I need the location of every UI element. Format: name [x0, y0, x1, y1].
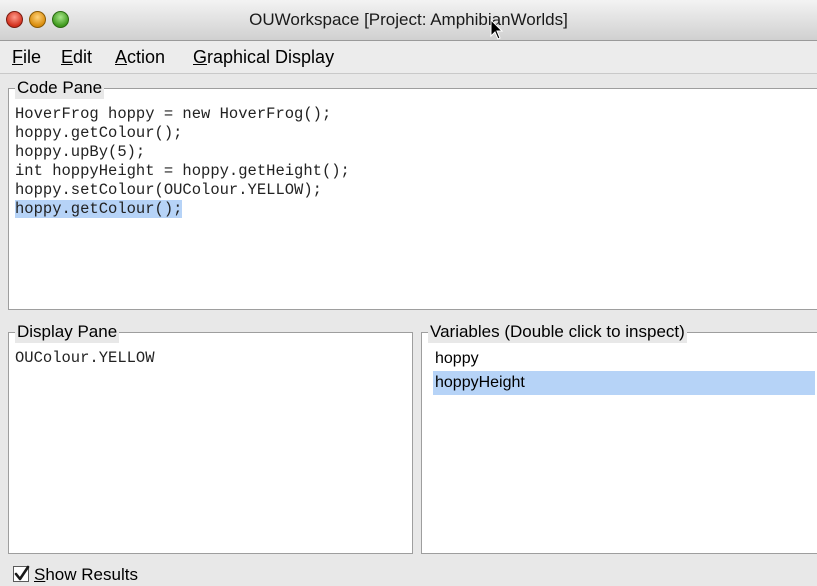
show-results-mnemonic: S: [34, 565, 46, 584]
variables-pane: Variables (Double click to inspect) hopp…: [421, 321, 817, 554]
mouse-pointer-icon: [490, 19, 504, 40]
code-line: HoverFrog hoppy = new HoverFrog();: [15, 105, 332, 123]
window-title: OUWorkspace [Project: AmphibianWorlds]: [249, 10, 568, 29]
menu-graphical-display-label: raphical Display: [207, 47, 335, 67]
variable-item-hoppy[interactable]: hoppy: [433, 347, 815, 371]
menu-file[interactable]: File: [12, 47, 41, 68]
menu-action[interactable]: Action: [115, 47, 165, 68]
menu-edit[interactable]: Edit: [61, 47, 92, 68]
code-editor[interactable]: HoverFrog hoppy = new HoverFrog(); hoppy…: [15, 105, 811, 305]
menu-graphical-display[interactable]: Graphical Display: [193, 47, 334, 68]
code-line: hoppy.setColour(OUColour.YELLOW);: [15, 181, 322, 199]
code-line-selected: hoppy.getColour();: [15, 200, 811, 219]
menu-edit-label: dit: [73, 47, 93, 67]
title-bar[interactable]: OUWorkspace [Project: AmphibianWorlds]: [0, 0, 817, 41]
menu-bar: File Edit Action Graphical Display: [0, 41, 817, 74]
code-line: hoppy.getColour();: [15, 124, 183, 142]
checkmark-icon: [14, 565, 30, 581]
variables-pane-title: Variables (Double click to inspect): [428, 321, 687, 343]
menu-action-mnemonic: A: [115, 47, 128, 67]
code-pane-title: Code Pane: [15, 77, 105, 99]
display-pane: Display Pane OUColour.YELLOW: [8, 321, 413, 554]
show-results-label[interactable]: Show Results: [34, 565, 138, 585]
code-line: hoppy.upBy(5);: [15, 143, 146, 161]
variable-item-hoppyheight[interactable]: hoppyHeight: [433, 371, 815, 395]
menu-file-mnemonic: F: [12, 47, 23, 67]
code-pane: Code Pane HoverFrog hoppy = new HoverFro…: [8, 77, 817, 310]
display-pane-title: Display Pane: [15, 321, 120, 343]
show-results-checkbox[interactable]: [13, 565, 30, 582]
menu-graphical-display-mnemonic: G: [193, 47, 208, 67]
code-selection: hoppy.getColour();: [15, 200, 183, 218]
menu-action-label: ction: [127, 47, 166, 67]
code-line: int hoppyHeight = hoppy.getHeight();: [15, 162, 350, 180]
show-results-text: how Results: [45, 565, 138, 584]
footer-bar: Show Results: [0, 562, 817, 586]
display-output: OUColour.YELLOW: [15, 349, 155, 367]
menu-edit-mnemonic: E: [61, 47, 74, 67]
menu-file-label: ile: [23, 47, 42, 67]
